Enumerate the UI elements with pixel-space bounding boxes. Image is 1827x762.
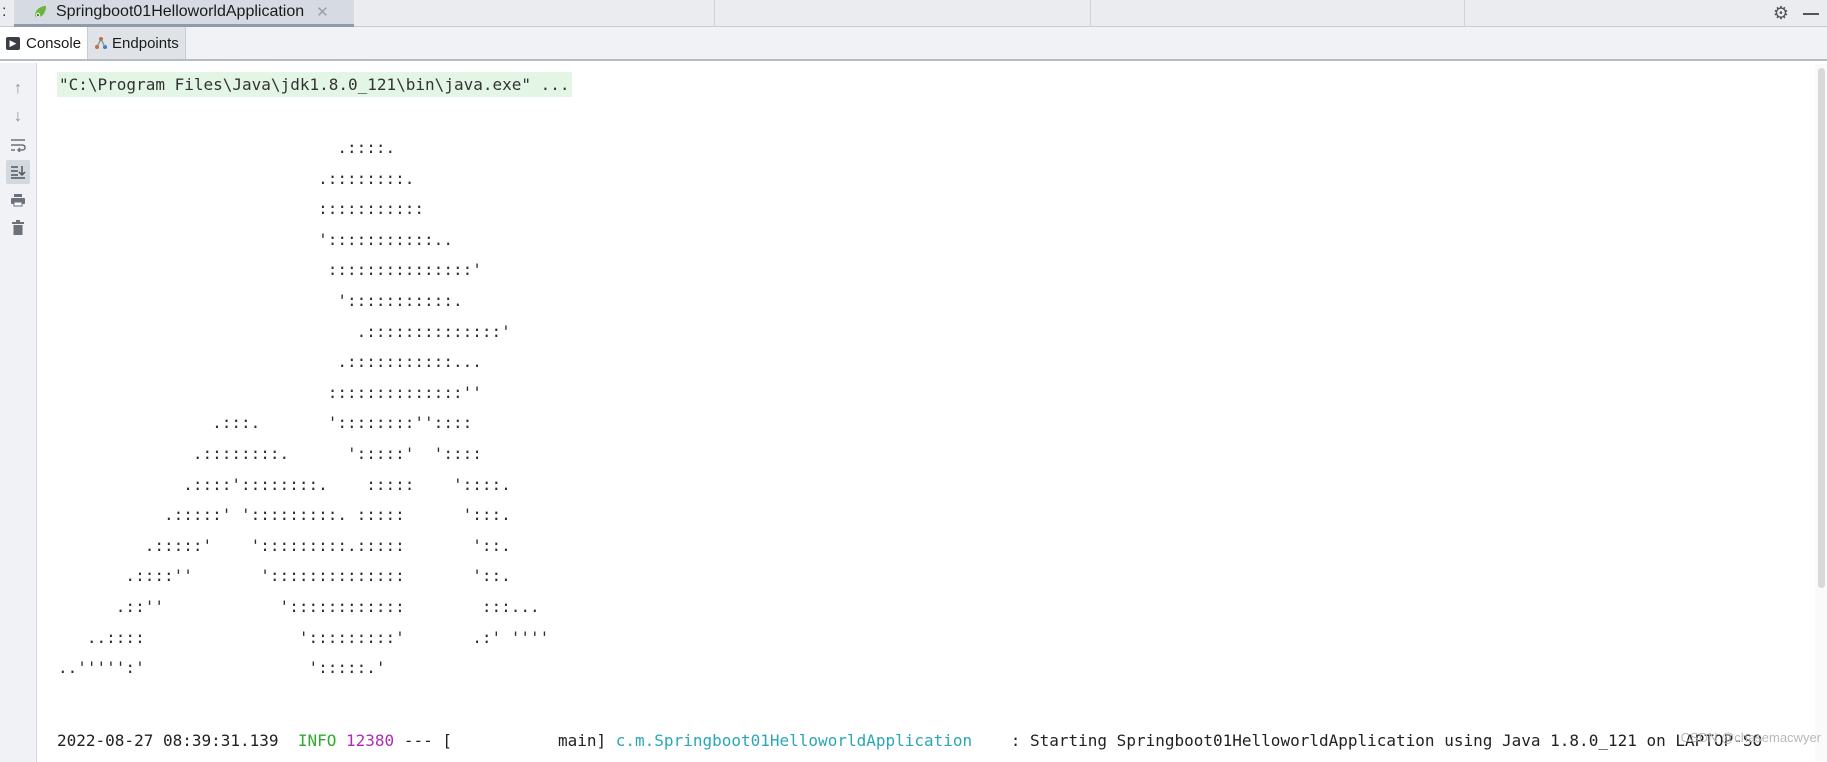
console-output[interactable]: "C:\Program Files\Java\jdk1.8.0_121\bin\… bbox=[38, 63, 1815, 762]
tab-console-label: Console bbox=[26, 34, 82, 52]
log-line: 2022-08-27 08:39:31.139 INFO 12380 --- [… bbox=[57, 729, 1762, 753]
gear-icon[interactable]: ⚙ bbox=[1773, 3, 1789, 24]
spring-boot-icon bbox=[35, 6, 46, 18]
scrollbar-thumb[interactable] bbox=[1818, 68, 1825, 588]
log-separator: --- [ bbox=[403, 731, 452, 750]
print-icon[interactable] bbox=[6, 188, 30, 212]
console-icon: ▶ bbox=[6, 36, 20, 50]
java-command-line[interactable]: "C:\Program Files\Java\jdk1.8.0_121\bin\… bbox=[57, 72, 572, 97]
scroll-to-end-icon[interactable] bbox=[6, 160, 30, 184]
log-logger[interactable]: c.m.Springboot01HelloworldApplication bbox=[616, 731, 972, 750]
tabbar-divider bbox=[714, 0, 715, 27]
log-timestamp: 2022-08-27 08:39:31.139 bbox=[57, 731, 279, 750]
log-pid: 12380 bbox=[346, 731, 395, 750]
minimize-icon[interactable] bbox=[1803, 13, 1819, 15]
trash-icon[interactable] bbox=[6, 215, 30, 239]
down-arrow-icon[interactable]: ↓ bbox=[6, 105, 30, 129]
up-arrow-icon[interactable]: ↑ bbox=[6, 77, 30, 101]
soft-wrap-icon[interactable] bbox=[6, 133, 30, 157]
run-config-tab-label: Springboot01HelloworldApplication bbox=[56, 3, 305, 20]
log-message: : Starting Springboot01HelloworldApplica… bbox=[1010, 731, 1763, 750]
tabbar-divider bbox=[1464, 0, 1465, 27]
tabbar-colon: : bbox=[2, 3, 7, 20]
log-thread: main] bbox=[557, 731, 607, 750]
endpoints-icon bbox=[95, 37, 108, 49]
tab-endpoints-label: Endpoints bbox=[112, 34, 179, 52]
console-toolbar: ↑ ↓ bbox=[0, 63, 37, 762]
tab-console[interactable]: ▶ Console bbox=[0, 27, 89, 59]
run-config-tab[interactable]: Springboot01HelloworldApplication ✕ bbox=[14, 0, 354, 27]
console-subtabs: ▶ Console Endpoints bbox=[0, 27, 1827, 61]
ascii-art-banner: .::::. .::::::::. ::::::::::: ':::::::::… bbox=[58, 138, 550, 678]
tool-window-actions: ⚙ bbox=[1773, 0, 1827, 27]
tabbar-divider bbox=[1090, 0, 1091, 27]
run-tool-window-tabbar: : Springboot01HelloworldApplication ✕ ⚙ bbox=[0, 0, 1827, 27]
watermark: CSDN @chasemacwyer bbox=[1680, 730, 1821, 745]
log-level: INFO bbox=[297, 731, 337, 750]
close-icon[interactable]: ✕ bbox=[316, 3, 329, 21]
tab-endpoints[interactable]: Endpoints bbox=[88, 27, 186, 59]
